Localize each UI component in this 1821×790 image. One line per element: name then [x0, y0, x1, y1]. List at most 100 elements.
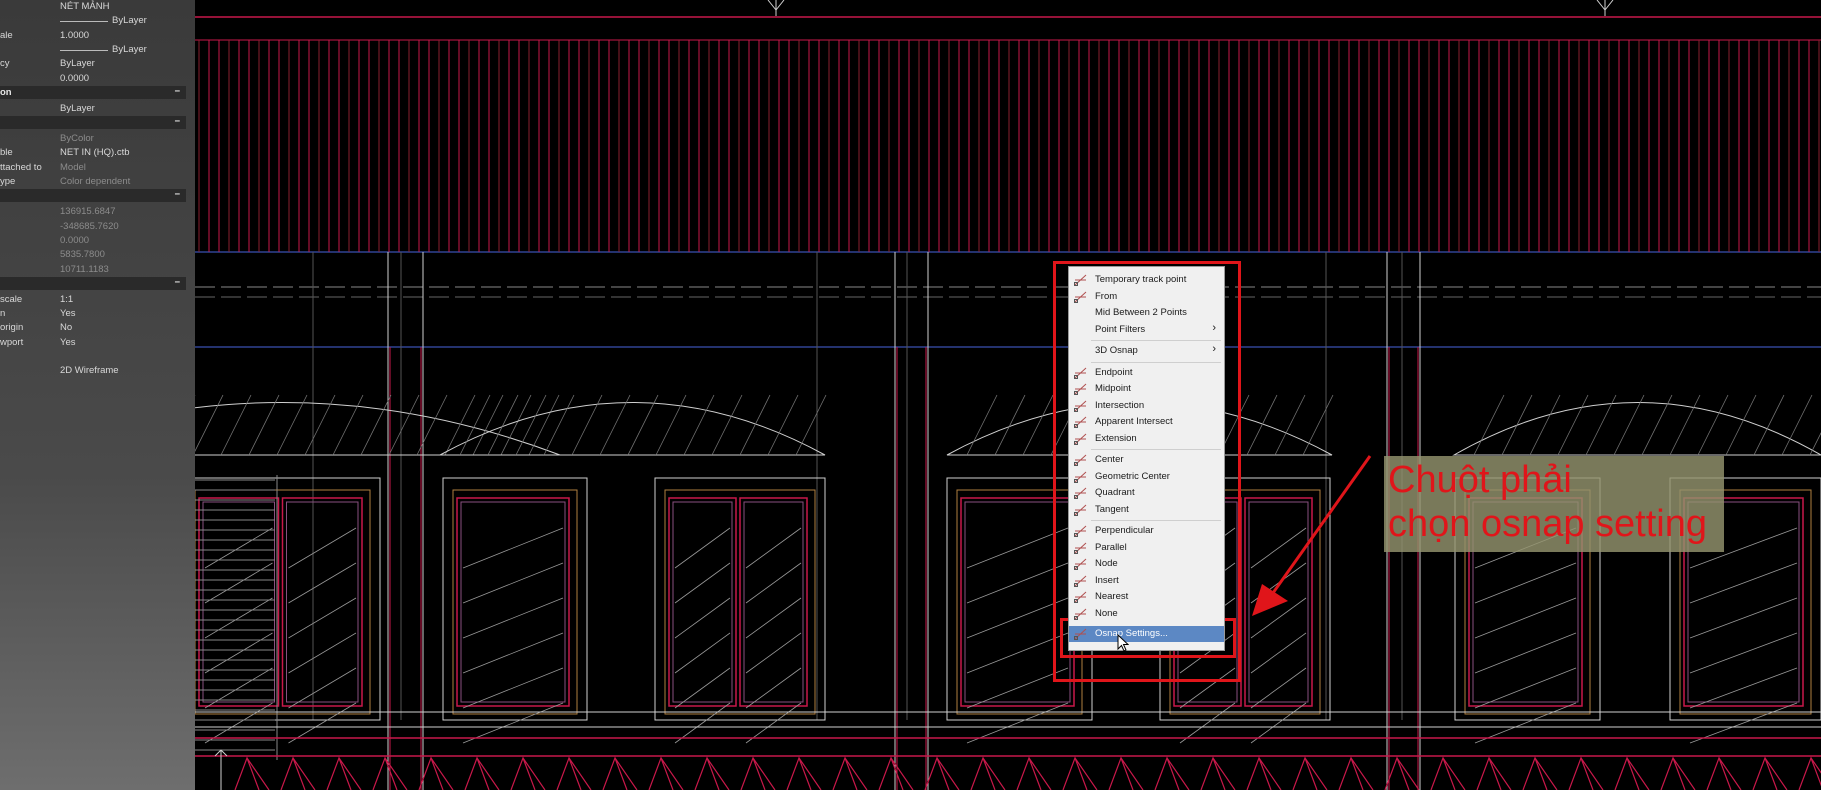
property-row[interactable]: ByColor: [0, 132, 186, 146]
property-key: ype: [0, 176, 16, 187]
menu-item-perpendicular[interactable]: Perpendicular: [1069, 523, 1224, 539]
property-value: Color dependent: [60, 176, 131, 187]
menu-item-center[interactable]: Center: [1069, 452, 1224, 468]
menu-item-osnap-settings[interactable]: Osnap Settings...: [1069, 626, 1224, 642]
menu-item-label: Geometric Center: [1095, 470, 1170, 482]
property-row[interactable]: 10711.1183: [0, 263, 186, 277]
apparent-intersect-icon: [1074, 416, 1087, 428]
osnap-settings-icon: [1074, 628, 1087, 640]
menu-item-label: Endpoint: [1095, 366, 1133, 378]
property-row[interactable]: ByLayer: [0, 102, 186, 116]
menu-item-from[interactable]: From: [1069, 289, 1224, 305]
property-row[interactable]: wport Yes: [0, 336, 186, 350]
nearest-icon: [1074, 591, 1087, 603]
menu-item-none[interactable]: None: [1069, 606, 1224, 622]
property-value: 5835.7800: [60, 249, 105, 261]
quadrant-icon: [1074, 487, 1087, 499]
property-value: ByLayer: [60, 15, 147, 27]
section-title: on: [0, 86, 12, 98]
property-row[interactable]: 2D Wireframe: [0, 364, 186, 378]
property-key: n: [0, 308, 6, 320]
submenu-arrow-icon: ›: [1212, 321, 1216, 334]
property-row[interactable]: 0.0000: [0, 234, 186, 248]
property-row[interactable]: 0.0000: [0, 72, 186, 86]
menu-item-label: Point Filters: [1095, 323, 1146, 335]
midpoint-icon: [1074, 383, 1087, 395]
collapse-icon[interactable]: −: [174, 277, 180, 288]
mouse-cursor: [1117, 634, 1129, 652]
endpoint-icon: [1074, 367, 1087, 379]
menu-item-label: Extension: [1095, 432, 1137, 444]
property-key: ttached to: [0, 161, 42, 173]
drawing-canvas[interactable]: [195, 0, 1821, 790]
property-row[interactable]: 5835.7800: [0, 248, 186, 262]
menu-item-endpoint[interactable]: Endpoint: [1069, 365, 1224, 381]
menu-item-temporary-track-point[interactable]: Temporary track point: [1069, 272, 1224, 288]
track-point-icon: [1074, 274, 1087, 286]
property-value: 136915.6847: [60, 206, 116, 218]
extension-icon: [1074, 433, 1087, 445]
menu-item-midpoint[interactable]: Midpoint: [1069, 381, 1224, 397]
menu-item-parallel[interactable]: Parallel: [1069, 540, 1224, 556]
property-value: 0.0000: [60, 72, 90, 84]
property-row[interactable]: ByLayer: [0, 43, 186, 57]
menu-separator: [1091, 361, 1221, 363]
property-row[interactable]: ale 1.0000: [0, 29, 186, 43]
intersection-icon: [1074, 400, 1087, 412]
properties-section-header[interactable]: on −: [0, 85, 186, 99]
properties-panel: NÉT MẢNH ByLayer ale 1.0000 ByLayer cy ByLayer…: [0, 0, 195, 790]
property-key: origin: [0, 322, 24, 334]
menu-item-nearest[interactable]: Nearest: [1069, 589, 1224, 605]
properties-section-header[interactable]: −: [0, 189, 186, 203]
menu-item-extension[interactable]: Extension: [1069, 431, 1224, 447]
menu-item-label: Midpoint: [1095, 383, 1131, 394]
property-row[interactable]: [0, 350, 186, 364]
parallel-icon: [1074, 542, 1087, 554]
insert-icon: [1074, 575, 1087, 587]
property-value: ByLayer: [60, 102, 95, 114]
menu-item-label: Parallel: [1095, 541, 1127, 553]
property-value: Model: [60, 161, 86, 173]
menu-separator: [1091, 340, 1221, 341]
property-row[interactable]: ble NET IN (HQ).ctb: [0, 146, 186, 160]
property-row[interactable]: scale 1:1: [0, 293, 186, 307]
property-value: -348685.7620: [60, 220, 119, 232]
property-row[interactable]: -348685.7620: [0, 220, 186, 234]
callout-line-1: Chuột phải: [1388, 459, 1572, 501]
menu-item-quadrant[interactable]: Quadrant: [1069, 485, 1224, 501]
callout-line-2: chọn osnap setting: [1388, 503, 1708, 545]
menu-item-intersection[interactable]: Intersection: [1069, 398, 1224, 414]
osnap-context-menu: Temporary track point From Mid Between 2 P…: [1068, 266, 1225, 651]
collapse-icon[interactable]: −: [174, 86, 180, 97]
properties-section-header[interactable]: −: [0, 116, 186, 130]
property-row[interactable]: NÉT MẢNH: [0, 0, 186, 14]
property-value: ByLayer: [60, 43, 147, 55]
collapse-icon[interactable]: −: [174, 116, 180, 127]
property-row[interactable]: ttached to Model: [0, 161, 186, 175]
property-key: ble: [0, 147, 13, 159]
property-row[interactable]: n Yes: [0, 307, 186, 321]
property-row[interactable]: cy ByLayer: [0, 57, 186, 71]
menu-item-node[interactable]: Node: [1069, 556, 1224, 572]
properties-section-header[interactable]: −: [0, 276, 186, 290]
none-icon: [1074, 608, 1087, 620]
annotation-callout: Chuột phải chọn osnap setting: [1384, 456, 1724, 552]
property-value: ByLayer: [60, 58, 95, 70]
collapse-icon[interactable]: −: [174, 189, 180, 200]
property-value: 1.0000: [60, 29, 90, 41]
menu-item-apparent-intersect[interactable]: Apparent Intersect: [1069, 414, 1224, 430]
menu-item-point-filters[interactable]: Point Filters ›: [1069, 322, 1224, 338]
menu-item-insert[interactable]: Insert: [1069, 573, 1224, 589]
menu-item-label: Apparent Intersect: [1095, 416, 1173, 427]
menu-item-mid-between-2-points[interactable]: Mid Between 2 Points: [1069, 305, 1224, 321]
property-row[interactable]: origin No: [0, 321, 186, 335]
property-row[interactable]: 136915.6847: [0, 205, 186, 219]
property-row[interactable]: ype Color dependent: [0, 175, 186, 189]
annotation-arrow: [1252, 455, 1372, 616]
menu-item-tangent[interactable]: Tangent: [1069, 502, 1224, 518]
menu-item-3d-osnap[interactable]: 3D Osnap ›: [1069, 343, 1224, 359]
property-row[interactable]: ByLayer: [0, 14, 186, 28]
property-key: ale: [0, 29, 13, 41]
menu-item-geometric-center[interactable]: Geometric Center: [1069, 469, 1224, 485]
property-value: ByColor: [60, 133, 94, 145]
